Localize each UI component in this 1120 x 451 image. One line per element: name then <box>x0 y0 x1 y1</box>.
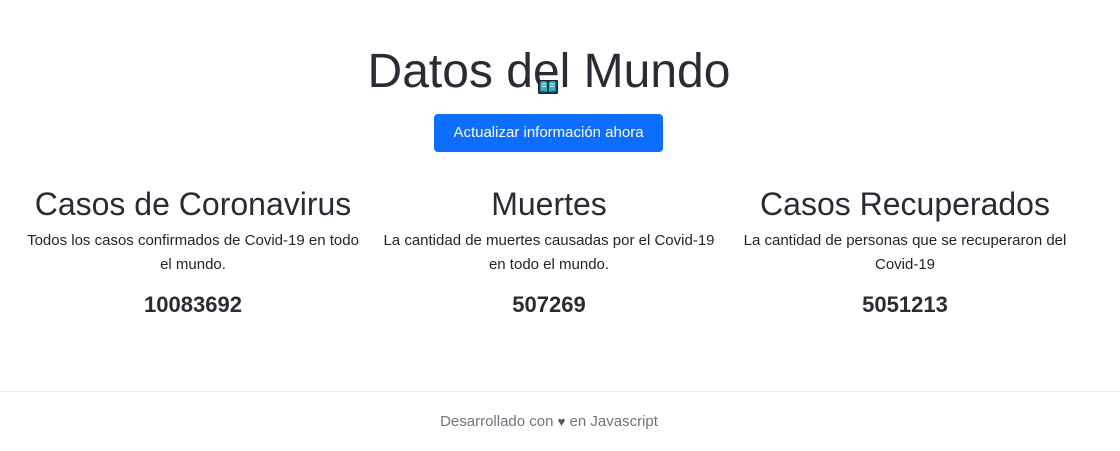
open-book-icon <box>538 78 558 96</box>
stat-card-recovered: Casos Recuperados La cantidad de persona… <box>735 183 1075 320</box>
stat-value: 507269 <box>512 292 586 317</box>
heart-icon: ♥ <box>557 414 566 429</box>
stat-description: La cantidad de muertes causadas por el C… <box>383 232 715 273</box>
stat-description: La cantidad de personas que se recuperar… <box>743 232 1067 273</box>
stat-value: 5051213 <box>862 292 948 317</box>
stat-description: Todos los casos confirmados de Covid-19 … <box>27 232 359 273</box>
footer-credit: Desarrollado con ♥ en Javascript <box>0 412 1098 432</box>
stat-title: Casos Recuperados <box>760 186 1050 222</box>
refresh-data-button[interactable]: Actualizar información ahora <box>434 114 663 152</box>
stat-title: Casos de Coronavirus <box>34 186 352 222</box>
footer-suffix: en Javascript <box>569 413 658 430</box>
footer: Desarrollado con ♥ en Javascript <box>0 391 1120 451</box>
stat-card-cases: Casos de Coronavirus Todos los casos con… <box>23 183 363 320</box>
stat-title: Muertes <box>491 186 607 222</box>
footer-prefix: Desarrollado con <box>440 413 554 430</box>
stat-value: 10083692 <box>144 292 242 317</box>
stat-card-deaths: Muertes La cantidad de muertes causadas … <box>379 183 719 320</box>
